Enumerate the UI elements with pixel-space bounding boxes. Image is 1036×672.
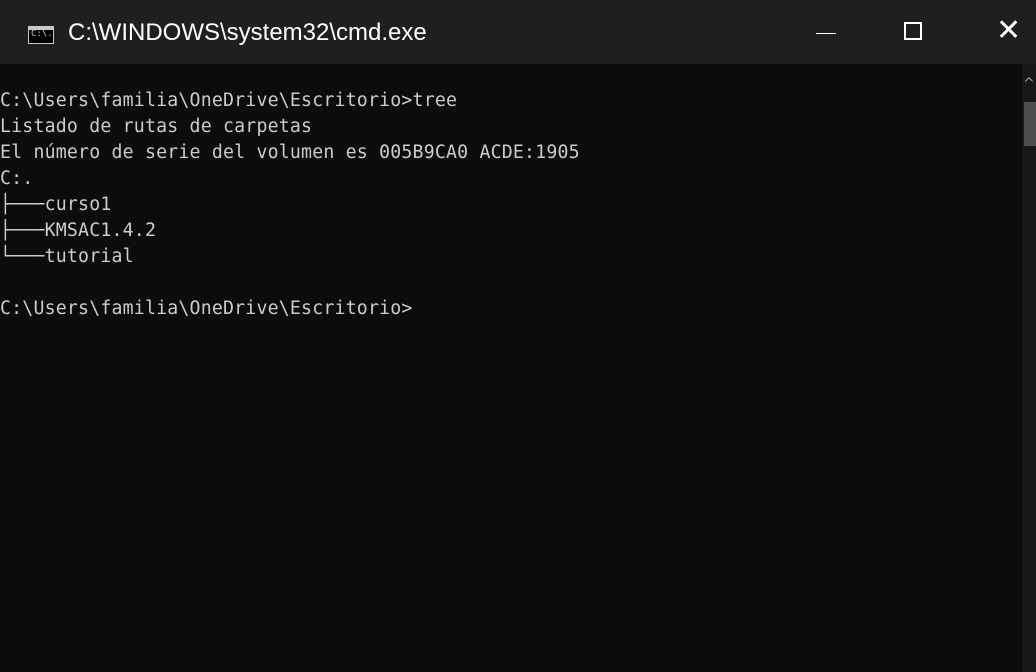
title-bar[interactable]: C:\. C:\WINDOWS\system32\cmd.exe ✕ [0, 0, 1036, 64]
console-line-command: C:\Users\familia\OneDrive\Escritorio>tre… [0, 90, 458, 111]
close-button[interactable]: ✕ [958, 0, 1036, 64]
console-prompt[interactable]: C:\Users\familia\OneDrive\Escritorio> [0, 296, 413, 322]
cmd-window: C:\. C:\WINDOWS\system32\cmd.exe ✕ C:\Us… [0, 0, 1036, 672]
console-line-heading: Listado de rutas de carpetas [0, 116, 313, 137]
maximize-button[interactable] [866, 0, 958, 64]
tree-item-curso1: ├───curso1 [0, 194, 112, 215]
minimize-icon [816, 33, 836, 34]
scroll-thumb[interactable] [1024, 102, 1036, 146]
window-title: C:\WINDOWS\system32\cmd.exe [68, 19, 427, 46]
console-line-serial: El número de serie del volumen es 005B9C… [0, 142, 580, 163]
tree-item-tutorial: └───tutorial [0, 246, 134, 267]
scroll-up-icon[interactable]: ^ [1022, 72, 1036, 96]
console-line-root: C:. [0, 168, 34, 189]
cmd-icon[interactable]: C:\. [28, 26, 54, 44]
maximize-icon [904, 22, 922, 40]
tree-item-kmsac: ├───KMSAC1.4.2 [0, 220, 157, 241]
cmd-icon-label: C:\. [31, 29, 53, 39]
close-icon: ✕ [996, 13, 1022, 48]
console-output[interactable]: C:\Users\familia\OneDrive\Escritorio>tre… [0, 64, 1022, 672]
vertical-scrollbar[interactable]: ^ [1022, 64, 1036, 672]
minimize-button[interactable] [780, 0, 872, 64]
